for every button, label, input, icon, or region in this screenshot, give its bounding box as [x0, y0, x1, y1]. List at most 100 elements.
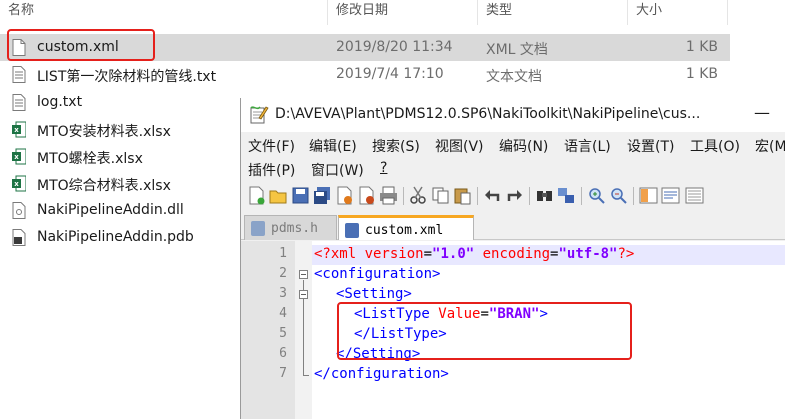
file-type: XML 文档: [486, 42, 548, 58]
redo-icon[interactable]: [505, 186, 524, 205]
file-row-list-txt[interactable]: LIST第一次除材料的管线.txt 2019/7/4 17:10 文本文档 1 …: [0, 61, 730, 88]
menu-search[interactable]: 搜索(S): [372, 136, 420, 156]
new-file-icon[interactable]: [247, 186, 266, 205]
paste-icon[interactable]: [453, 186, 472, 205]
menu-window[interactable]: 窗口(W): [311, 160, 364, 180]
sync-scroll-icon[interactable]: [639, 186, 658, 205]
column-header-date[interactable]: 修改日期: [328, 0, 478, 25]
code-line-2: <configuration>: [314, 266, 441, 282]
column-header-name[interactable]: 名称: [0, 0, 328, 25]
file-type: 文本文档: [486, 69, 542, 85]
close-all-icon[interactable]: [357, 186, 376, 205]
undo-icon[interactable]: [483, 186, 502, 205]
zoom-in-icon[interactable]: [587, 186, 606, 205]
menu-plugins[interactable]: 插件(P): [248, 160, 295, 180]
fold-margin: [295, 241, 312, 419]
column-header-type[interactable]: 类型: [478, 0, 628, 25]
print-icon[interactable]: [379, 186, 398, 205]
line-number: 7: [279, 366, 287, 381]
attr-value: "utf-8": [558, 246, 618, 262]
toolbar-separator: [529, 187, 530, 205]
line-number: 6: [279, 346, 287, 361]
menu-macro[interactable]: 宏(M: [755, 136, 785, 156]
cut-icon[interactable]: [409, 186, 428, 205]
open-file-icon[interactable]: [269, 186, 288, 205]
column-header-row: 名称 修改日期 类型 大小: [0, 0, 785, 25]
line-number: 5: [279, 326, 287, 341]
line-number: 1: [279, 246, 287, 261]
svg-text:x: x: [14, 180, 19, 188]
menu-tools[interactable]: 工具(O): [690, 136, 740, 156]
excel-file-icon: x: [12, 148, 26, 165]
fold-toggle-configuration[interactable]: [299, 270, 308, 279]
file-name: log.txt: [37, 94, 83, 110]
file-name: NakiPipelineAddin.dll: [37, 202, 184, 218]
highlight-box-custom-xml: [7, 29, 155, 61]
notepad-app-icon: [250, 106, 269, 124]
saved-document-icon: [345, 223, 359, 238]
copy-icon[interactable]: [431, 186, 450, 205]
text-file-icon: [12, 94, 26, 111]
toolbar-separator: [403, 187, 404, 205]
attr-name: version: [364, 246, 424, 262]
toolbar-separator: [477, 187, 478, 205]
file-name: LIST第一次除材料的管线.txt: [37, 69, 217, 85]
replace-icon[interactable]: [557, 186, 576, 205]
file-size: 1 KB: [685, 66, 718, 82]
menu-file[interactable]: 文件(F): [248, 136, 295, 156]
save-all-icon[interactable]: [313, 186, 332, 205]
attr-value: "1.0": [432, 246, 475, 262]
word-wrap-icon[interactable]: [661, 186, 680, 205]
menu-help[interactable]: ?: [380, 160, 387, 176]
menu-view[interactable]: 视图(V): [435, 136, 484, 156]
code-line-7: </configuration>: [314, 366, 449, 382]
line-number: 3: [279, 286, 287, 301]
notepad-plus-plus-window: D:\AVEVA\Plant\PDMS12.0.SP6\NakiToolkit\…: [240, 98, 785, 419]
fold-end: [303, 375, 309, 376]
attr-name: encoding: [474, 246, 551, 262]
file-name: MTO螺栓表.xlsx: [37, 151, 143, 167]
text-file-icon: [12, 66, 26, 83]
svg-text:x: x: [14, 153, 19, 161]
file-name: NakiPipelineAddin.pdb: [37, 229, 194, 245]
pdb-file-icon: [12, 229, 26, 246]
menu-bar: 文件(F) 编辑(E) 搜索(S) 视图(V) 编码(N) 语言(L) 设置(T…: [241, 134, 785, 158]
tab-pdms-h[interactable]: pdms.h: [244, 215, 337, 240]
find-icon[interactable]: [535, 186, 554, 205]
xml-declaration-close: ?>: [617, 246, 635, 262]
line-number: 2: [279, 266, 287, 281]
fold-toggle-setting[interactable]: [299, 290, 308, 299]
tab-custom-xml[interactable]: custom.xml: [338, 215, 474, 240]
tab-label: custom.xml: [365, 223, 444, 238]
close-icon[interactable]: [335, 186, 354, 205]
code-line-3: <Setting>: [336, 286, 412, 302]
show-all-chars-icon[interactable]: [685, 186, 704, 205]
minimize-button[interactable]: —: [754, 103, 770, 122]
attr-eq: =: [423, 246, 433, 262]
file-size: 1 KB: [685, 39, 718, 55]
column-header-size[interactable]: 大小: [628, 0, 728, 25]
window-titlebar[interactable]: D:\AVEVA\Plant\PDMS12.0.SP6\NakiToolkit\…: [241, 98, 785, 132]
save-icon[interactable]: [291, 186, 310, 205]
menu-bar-row2: 插件(P) 窗口(W) ?: [241, 158, 785, 182]
highlight-box-listtype: [337, 302, 632, 360]
zoom-out-icon[interactable]: [609, 186, 628, 205]
file-name: MTO安装材料表.xlsx: [37, 124, 171, 140]
line-number-gutter: 1 2 3 4 5 6 7: [241, 241, 295, 419]
file-date: 2019/8/20 11:34: [336, 39, 453, 55]
menu-settings[interactable]: 设置(T): [627, 136, 674, 156]
menu-language[interactable]: 语言(L): [564, 136, 611, 156]
code-line-1: <?xml version="1.0" encoding="utf-8"?>: [314, 246, 634, 262]
svg-text:x: x: [14, 126, 19, 134]
saved-document-icon: [251, 221, 265, 236]
file-name: MTO综合材料表.xlsx: [37, 178, 171, 194]
toolbar-separator: [581, 187, 582, 205]
xml-declaration-open: <?xml: [314, 246, 365, 262]
menu-encoding[interactable]: 编码(N): [499, 136, 548, 156]
toolbar-separator: [633, 187, 634, 205]
document-tab-bar: pdms.h custom.xml: [241, 212, 785, 240]
excel-file-icon: x: [12, 175, 26, 192]
window-title: D:\AVEVA\Plant\PDMS12.0.SP6\NakiToolkit\…: [275, 106, 701, 122]
tab-label: pdms.h: [271, 221, 318, 236]
menu-edit[interactable]: 编辑(E): [309, 136, 357, 156]
